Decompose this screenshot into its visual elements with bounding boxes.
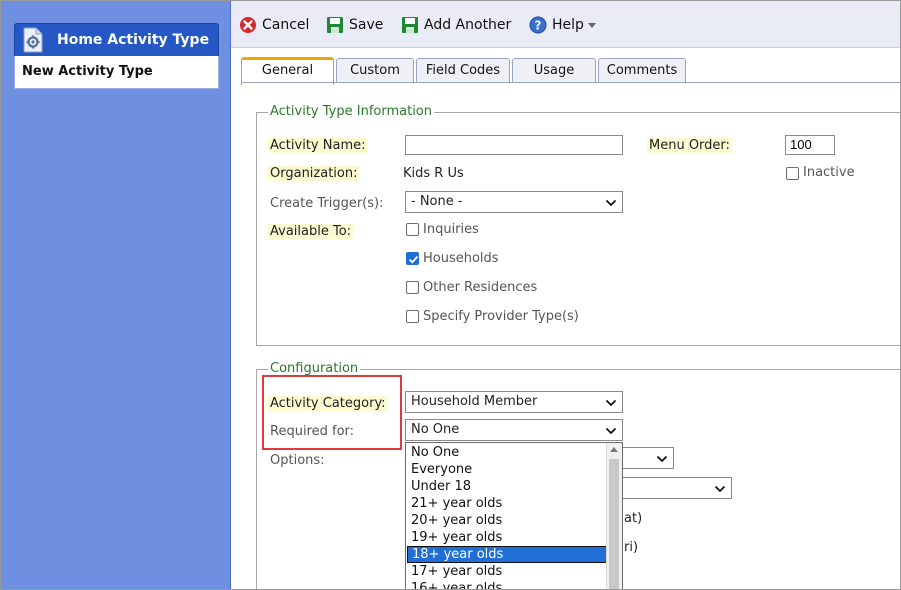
dropdown-scrollbar[interactable]: [606, 443, 622, 589]
create-trigger-label: Create Trigger(s):: [270, 196, 384, 211]
organization-label: Organization:: [268, 166, 360, 181]
tab-usage[interactable]: Usage: [512, 58, 596, 82]
activity-name-input[interactable]: [405, 135, 623, 155]
cancel-icon: [239, 16, 257, 34]
activity-category-select[interactable]: Household Member: [405, 391, 623, 413]
tab-label: Usage: [533, 63, 575, 78]
highlight-callout: [262, 375, 402, 450]
dropdown-option[interactable]: 17+ year olds: [407, 563, 607, 580]
inactive-label: Inactive: [803, 165, 855, 180]
activity-name-label: Activity Name:: [268, 138, 368, 153]
specify-provider-types-label: Specify Provider Type(s): [423, 309, 579, 324]
inactive-checkbox[interactable]: [786, 167, 799, 180]
inquiries-label: Inquiries: [423, 222, 479, 237]
required-for-value: No One: [411, 422, 460, 437]
section-legend: Activity Type Information: [268, 104, 434, 119]
toolbar: Cancel Save Add Another ? Help: [231, 1, 900, 48]
sidebar-item-label: New Activity Type: [22, 64, 153, 79]
add-another-label: Add Another: [424, 17, 512, 33]
dropdown-option[interactable]: No One: [407, 444, 607, 461]
cancel-label: Cancel: [262, 17, 310, 33]
households-label: Households: [423, 251, 499, 266]
chevron-down-icon: [605, 196, 617, 208]
tab-custom[interactable]: Custom: [336, 58, 414, 82]
other-residences-checkbox[interactable]: [406, 281, 419, 294]
help-icon: ?: [529, 16, 547, 34]
gear-document-icon: [22, 27, 44, 53]
cancel-button[interactable]: Cancel: [239, 14, 309, 36]
available-to-label: Available To:: [268, 224, 354, 239]
sidebar-header[interactable]: Home Activity Type: [14, 23, 219, 57]
create-trigger-select[interactable]: - None -: [405, 191, 623, 213]
partial-option-text: at): [624, 511, 643, 526]
sidebar-header-title: Home Activity Type: [57, 32, 210, 48]
chevron-down-icon: [714, 482, 726, 494]
save-add-icon: [401, 16, 419, 34]
help-label: Help: [552, 17, 584, 33]
chevron-down-icon: [656, 452, 668, 464]
required-for-dropdown-list[interactable]: No One Everyone Under 18 21+ year olds 2…: [405, 442, 623, 589]
dropdown-option[interactable]: Everyone: [407, 461, 607, 478]
tab-label: Field Codes: [425, 63, 501, 78]
menu-order-label: Menu Order:: [647, 138, 732, 153]
menu-order-input[interactable]: [785, 135, 835, 155]
tab-label: General: [261, 63, 314, 78]
chevron-down-icon: [587, 22, 596, 28]
dropdown-option[interactable]: 21+ year olds: [407, 495, 607, 512]
section-legend: Configuration: [268, 361, 361, 376]
scrollbar-thumb[interactable]: [609, 459, 619, 589]
checkmark-icon: [408, 255, 419, 264]
save-label: Save: [349, 17, 384, 33]
chevron-down-icon: [605, 396, 617, 408]
dropdown-option[interactable]: 19+ year olds: [407, 529, 607, 546]
dropdown-option[interactable]: 20+ year olds: [407, 512, 607, 529]
tab-divider: [241, 82, 900, 83]
tab-label: Custom: [350, 63, 400, 78]
chevron-down-icon: [605, 424, 617, 436]
app-window: Home Activity Type New Activity Type Can…: [0, 0, 901, 590]
tab-general[interactable]: General: [241, 57, 334, 85]
other-residences-label: Other Residences: [423, 280, 538, 295]
tab-label: Comments: [606, 63, 678, 78]
partial-option-text: ri): [624, 540, 639, 555]
help-button[interactable]: ? Help: [529, 14, 596, 36]
activity-category-value: Household Member: [411, 394, 538, 409]
specify-provider-types-checkbox[interactable]: [406, 310, 419, 323]
tab-comments[interactable]: Comments: [598, 58, 686, 82]
organization-value: Kids R Us: [403, 166, 464, 181]
options-label: Options:: [270, 453, 325, 468]
scroll-up-arrow-icon[interactable]: [610, 447, 618, 452]
required-for-select[interactable]: No One: [405, 419, 623, 441]
svg-text:?: ?: [535, 19, 542, 33]
create-trigger-value: - None -: [411, 194, 463, 209]
dropdown-option-selected[interactable]: 18+ year olds: [407, 546, 607, 563]
tab-field-codes[interactable]: Field Codes: [416, 58, 510, 82]
inquiries-checkbox[interactable]: [406, 223, 419, 236]
sidebar: Home Activity Type New Activity Type: [1, 1, 231, 589]
dropdown-option[interactable]: Under 18: [407, 478, 607, 495]
households-checkbox[interactable]: [406, 252, 419, 265]
save-button[interactable]: Save: [326, 14, 383, 36]
save-icon: [326, 16, 344, 34]
dropdown-option[interactable]: 16+ year olds: [407, 580, 607, 589]
sidebar-item-new-activity-type[interactable]: New Activity Type: [14, 56, 219, 89]
add-another-button[interactable]: Add Another: [401, 14, 511, 36]
